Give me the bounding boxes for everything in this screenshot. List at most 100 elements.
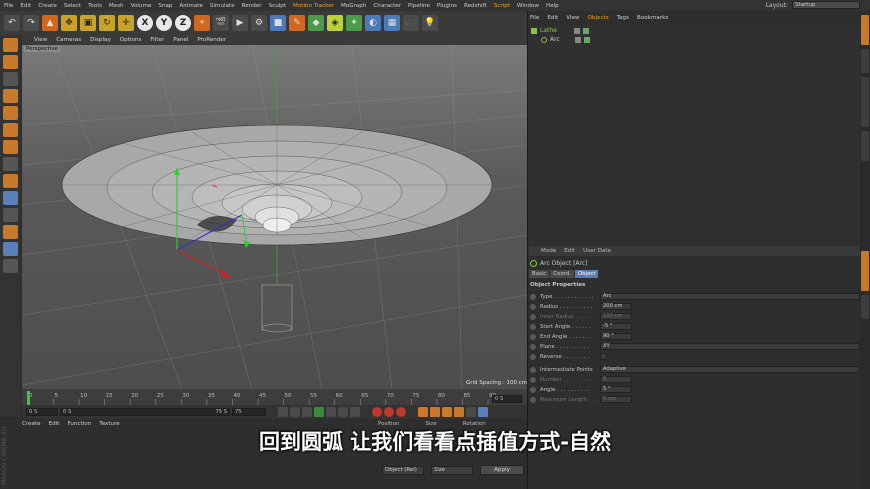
scale-key-icon[interactable]	[430, 407, 440, 417]
attributes-menu-mode[interactable]: Mode	[541, 248, 556, 254]
menu-item-create[interactable]: Create	[38, 3, 57, 9]
cube-object-icon[interactable]: ■	[270, 15, 286, 31]
visibility-dots-icon[interactable]	[574, 36, 581, 43]
x-axis-lock-button[interactable]: X	[137, 15, 153, 31]
animate-toggle-icon[interactable]	[530, 353, 536, 360]
timeline-settings-icon[interactable]	[478, 407, 488, 417]
parameter-key-icon[interactable]	[454, 407, 464, 417]
menu-item-volume[interactable]: Volume	[131, 3, 152, 9]
scale-tool-icon[interactable]: ▣	[80, 15, 96, 31]
tab-basic[interactable]: Basic	[529, 270, 550, 278]
render-view-icon[interactable]: 🎬	[213, 15, 229, 31]
menu-item-pipeline[interactable]: Pipeline	[408, 3, 430, 9]
texture-mode-icon[interactable]	[3, 72, 18, 86]
attributes-menu-edit[interactable]: Edit	[564, 248, 575, 254]
subdivision-icon[interactable]: ◆	[308, 15, 324, 31]
previous-frame-icon[interactable]	[302, 407, 312, 417]
cloner-icon[interactable]: ✦	[346, 15, 362, 31]
viewport-menu-prorender[interactable]: ProRender	[197, 37, 226, 43]
go-to-end-icon[interactable]	[350, 407, 360, 417]
property-value[interactable]: 5 °	[600, 386, 632, 393]
select-tool-icon[interactable]: ▲	[42, 15, 58, 31]
property-value[interactable]: 200 cm	[600, 303, 632, 310]
apply-button[interactable]: Apply	[480, 465, 524, 475]
menu-item-mesh[interactable]: Mesh	[109, 3, 124, 9]
object-menu-bookmarks[interactable]: Bookmarks	[637, 15, 668, 21]
menu-item-render[interactable]: Render	[242, 3, 262, 9]
sculpt-icon[interactable]	[3, 208, 18, 222]
menu-item-redshift[interactable]: Redshift	[464, 3, 487, 9]
menu-item-plugins[interactable]: Plugins	[437, 3, 457, 9]
object-menu-file[interactable]: File	[530, 15, 539, 21]
menu-item-simulate[interactable]: Simulate	[210, 3, 235, 9]
workplane-icon[interactable]	[3, 89, 18, 103]
animate-toggle-icon[interactable]	[530, 313, 536, 320]
points-mode-icon[interactable]	[3, 106, 18, 120]
object-row-arc[interactable]: Arc	[541, 36, 590, 43]
animate-toggle-icon[interactable]	[530, 323, 536, 330]
menu-item-motion-tracker[interactable]: Motion Tracker	[293, 3, 334, 9]
object-row-lathe[interactable]: Lathe	[531, 27, 589, 34]
camera-icon[interactable]: 🎥	[403, 15, 419, 31]
lock-workplane-icon[interactable]	[3, 259, 18, 273]
autokey-icon[interactable]	[384, 407, 394, 417]
axis-mode-icon[interactable]	[3, 174, 18, 188]
menu-item-select[interactable]: Select	[64, 3, 81, 9]
model-mode-icon[interactable]	[3, 55, 18, 69]
magnet-icon[interactable]	[3, 225, 18, 239]
animate-toggle-icon[interactable]	[530, 366, 536, 373]
rotation-key-icon[interactable]	[442, 407, 452, 417]
current-frame-value[interactable]: 0 S	[492, 395, 522, 403]
play-icon[interactable]	[314, 407, 324, 417]
transform-tool-icon[interactable]: ✛	[118, 15, 134, 31]
animate-toggle-icon[interactable]	[530, 376, 536, 383]
start-field[interactable]: 0 S	[26, 408, 58, 416]
enabled-check-icon[interactable]	[583, 36, 590, 43]
menu-item-snap[interactable]: Snap	[158, 3, 172, 9]
property-value[interactable]: XY	[600, 343, 860, 350]
property-value[interactable]: Arc	[600, 293, 860, 300]
keyframe-selection-icon[interactable]	[396, 407, 406, 417]
object-menu-tags[interactable]: Tags	[617, 15, 629, 21]
menu-item-mograph[interactable]: MoGraph	[341, 3, 366, 9]
layout-dropdown[interactable]: Startup	[792, 1, 860, 9]
undo-icon[interactable]: ↶	[4, 15, 20, 31]
visibility-dots-icon[interactable]	[573, 27, 580, 34]
property-value[interactable]: 5 cm	[600, 396, 632, 403]
viewport-menu-panel[interactable]: Panel	[173, 37, 188, 43]
polygons-mode-icon[interactable]	[3, 140, 18, 154]
z-axis-lock-button[interactable]: Z	[175, 15, 191, 31]
range-slider[interactable]: 0 S 75 S	[60, 408, 230, 416]
animate-toggle-icon[interactable]	[530, 303, 536, 310]
render-picture-viewer-icon[interactable]: ▶	[232, 15, 248, 31]
viewport-menu-view[interactable]: View	[34, 37, 47, 43]
side-tab-content-browser[interactable]	[861, 77, 869, 127]
playhead[interactable]	[27, 391, 30, 405]
end-field[interactable]: 75	[232, 408, 266, 416]
size-mode-select[interactable]: Size	[431, 466, 473, 475]
make-editable-icon[interactable]	[3, 38, 18, 52]
redo-icon[interactable]: ↷	[23, 15, 39, 31]
go-to-start-icon[interactable]	[278, 407, 288, 417]
next-frame-icon[interactable]	[326, 407, 336, 417]
animate-toggle-icon[interactable]	[530, 396, 536, 403]
viewport-menu-display[interactable]: Display	[90, 37, 111, 43]
viewport-menu-cameras[interactable]: Cameras	[56, 37, 81, 43]
viewport[interactable]	[21, 44, 528, 390]
side-tab-structure[interactable]	[861, 131, 869, 161]
current-frame-field[interactable]: 0 S	[492, 395, 522, 403]
light-icon[interactable]: 💡	[422, 15, 438, 31]
move-tool-icon[interactable]: ✥	[61, 15, 77, 31]
property-value[interactable]: Adaptive	[600, 366, 860, 373]
menu-item-edit[interactable]: Edit	[20, 3, 31, 9]
position-key-icon[interactable]	[418, 407, 428, 417]
animate-toggle-icon[interactable]	[530, 293, 536, 300]
object-menu-edit[interactable]: Edit	[547, 15, 558, 21]
rotate-tool-icon[interactable]: ↻	[99, 15, 115, 31]
viewport-menu-options[interactable]: Options	[120, 37, 142, 43]
coordinate-system-icon[interactable]: ⌖	[194, 15, 210, 31]
edges-mode-icon[interactable]	[3, 123, 18, 137]
point-level-icon[interactable]	[466, 407, 476, 417]
property-value[interactable]: -5 °	[600, 323, 632, 330]
snap-icon[interactable]	[3, 191, 18, 205]
